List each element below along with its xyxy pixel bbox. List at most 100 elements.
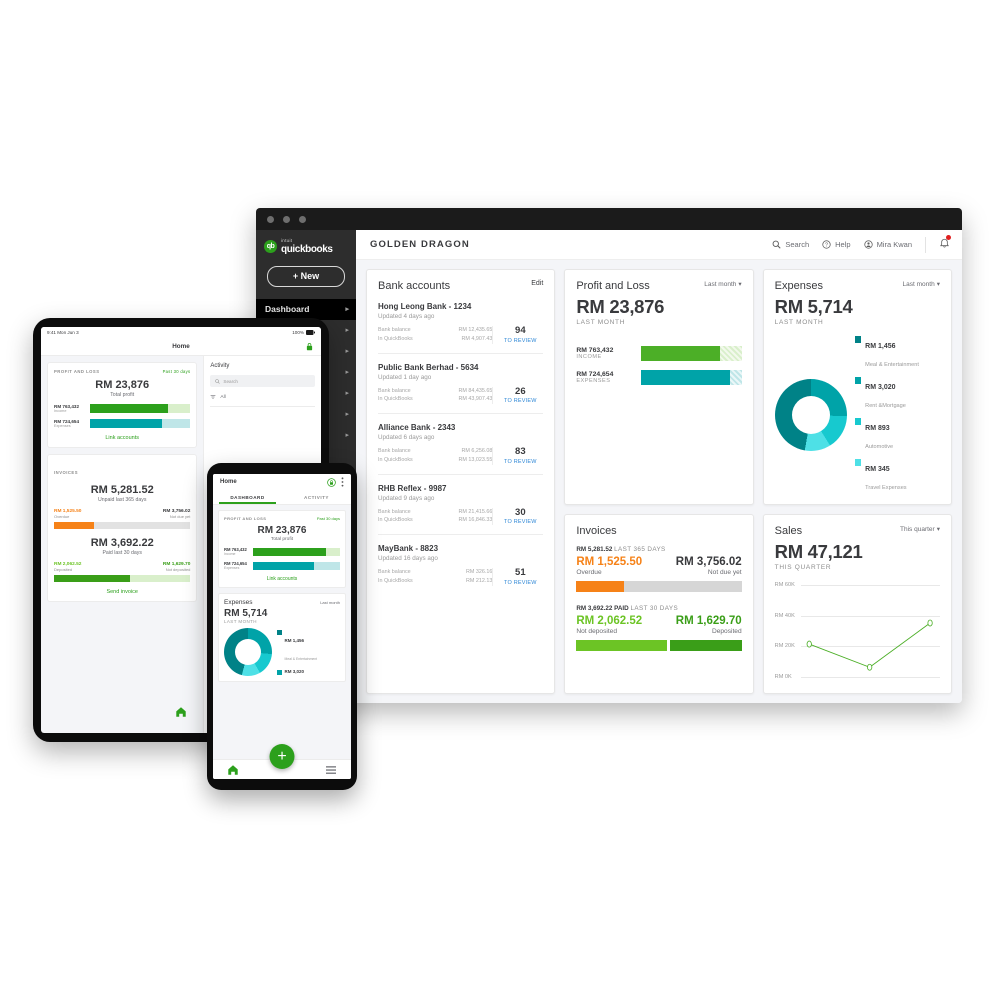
tab-activity[interactable]: ACTIVITY (282, 490, 351, 504)
bank-account-row[interactable]: Alliance Bank - 2343 Updated 6 days ago Ba… (378, 413, 544, 465)
y-axis-tick-label: RM 20K (774, 643, 795, 650)
bank-balance-value: RM 6,256.08 (461, 448, 493, 455)
legend-amount: RM 3,020 (865, 384, 896, 391)
chevron-down-icon: ▾ (936, 526, 940, 533)
to-review-block[interactable]: 51 TO REVIEW (492, 568, 543, 586)
bank-balance-label: Bank balance (378, 327, 411, 334)
expense-amount: RM 724,654 (576, 371, 614, 378)
tablet-pl-expense-bar (90, 419, 191, 428)
bank-updated: Updated 4 days ago (378, 313, 435, 320)
profit-loss-amount: RM 23,876 (576, 296, 665, 317)
bank-account-row[interactable]: RHB Reflex - 9987 Updated 9 days ago Bank … (378, 473, 544, 525)
lock-icon[interactable] (327, 477, 336, 487)
legend-category: Automotive (865, 444, 894, 450)
bank-accounts-card[interactable]: Bank accounts Edit Hong Leong Bank - 123… (366, 269, 556, 694)
chevron-right-icon: ▸ (345, 327, 349, 334)
tablet-battery-pct: 100% (292, 330, 304, 335)
income-amount: RM 763,432 (576, 347, 614, 354)
legend-swatch (277, 630, 282, 635)
phone-expenses-card[interactable]: Expenses Last month RM 5,714 LAST MONTH … (218, 593, 346, 682)
home-icon[interactable] (227, 764, 239, 776)
user-avatar-icon (863, 240, 873, 249)
notifications-button[interactable] (939, 234, 951, 254)
phone-pl-income-bar (253, 547, 340, 556)
tablet-search-input[interactable]: Search (210, 375, 315, 387)
invoices-card[interactable]: Invoices RM 5,281.52 LAST 365 DAYS RM 1,… (564, 514, 754, 694)
tablet-pl-amount: RM 23,876 (95, 379, 150, 391)
overdue-amount: RM 1,525.50 (576, 556, 643, 568)
tablet-cards-column: PROFIT AND LOSS Past 30 days RM 23,876 T… (41, 356, 203, 733)
phone-legend-item: RM 1,456 Meal & Entertainment (277, 629, 340, 665)
expenses-period-select[interactable]: Last month ▾ (903, 280, 940, 289)
window-close-dot[interactable] (267, 215, 274, 223)
notdue-label: Not due yet (707, 569, 742, 576)
user-menu[interactable]: Mira Kwan (863, 240, 912, 249)
tab-dashboard[interactable]: DASHBOARD (213, 490, 282, 504)
bank-name: Public Bank Berhad - 5634 (378, 362, 479, 372)
dashboard-grid: Profit and Loss Last month ▾ RM 23,876 L… (356, 260, 962, 703)
tablet-link-accounts-button[interactable]: Link accounts (54, 435, 190, 441)
profit-loss-period-select[interactable]: Last month ▾ (704, 280, 741, 289)
bank-account-row[interactable]: Hong Leong Bank - 1234 Updated 4 days ago… (378, 302, 543, 344)
phone-expenses-period[interactable]: Last month (320, 600, 340, 605)
window-minimize-dot[interactable] (283, 215, 290, 223)
phone-pl-subtitle: Total profit (270, 537, 294, 542)
expense-bar (641, 370, 742, 385)
to-review-block[interactable]: 83 TO REVIEW (492, 447, 543, 465)
in-quickbooks-label: In QuickBooks (378, 577, 413, 584)
sales-period-select[interactable]: This quarter ▾ (900, 525, 940, 534)
tablet-pl-expense-label: Expenses (54, 424, 71, 428)
to-review-label: TO REVIEW (504, 337, 537, 344)
in-quickbooks-label: In QuickBooks (378, 456, 413, 463)
tablet-pl-period[interactable]: Past 30 days (163, 369, 191, 374)
bank-name: MayBank - 8823 (378, 544, 439, 553)
tablet-pl-caption: PROFIT AND LOSS (54, 369, 100, 374)
to-review-block[interactable]: 30 TO REVIEW (492, 507, 543, 525)
phone-pl-income-label: Income (224, 552, 236, 556)
tablet-send-invoice-button[interactable]: Send invoice (54, 589, 190, 595)
overflow-menu-icon[interactable] (341, 477, 344, 487)
sales-data-point[interactable] (807, 641, 811, 647)
phone-link-accounts-button[interactable]: Link accounts (224, 576, 340, 582)
sales-data-point[interactable] (928, 620, 932, 626)
tablet-invoices-card[interactable]: INVOICES RM 5,281.52 Unpaid last 365 day… (47, 454, 198, 602)
legend-item: RM 893 Automotive (854, 417, 940, 453)
sales-data-point[interactable] (867, 664, 871, 670)
new-button[interactable]: + New (267, 265, 345, 287)
filter-icon (210, 395, 216, 399)
legend-item: RM 1,456 Meal & Entertainment (854, 335, 940, 371)
phone-pl-caption: PROFIT AND LOSS (224, 516, 267, 521)
hamburger-menu-icon[interactable] (325, 765, 337, 775)
sales-card[interactable]: Sales This quarter ▾ RM 47,121 THIS QUAR… (762, 514, 952, 694)
phone-add-button[interactable]: + (269, 744, 295, 769)
phone-profit-loss-card[interactable]: PROFIT AND LOSS Past 30 days RM 23,876 T… (218, 510, 346, 588)
legend-amount: RM 1,456 (284, 638, 305, 644)
profit-loss-card[interactable]: Profit and Loss Last month ▾ RM 23,876 L… (564, 269, 754, 505)
lock-icon[interactable] (305, 342, 314, 351)
legend-category: Travel Expenses (865, 485, 907, 491)
help-button[interactable]: ? Help (822, 240, 851, 249)
deposited-label: Deposited (711, 628, 742, 635)
sidebar-item-dashboard[interactable]: Dashboard ▸ (256, 298, 356, 320)
home-icon[interactable] (175, 706, 187, 718)
to-review-block[interactable]: 94 TO REVIEW (492, 326, 543, 344)
edit-bank-accounts-link[interactable]: Edit (531, 280, 543, 287)
search-button[interactable]: Search (772, 240, 809, 249)
chevron-right-icon: ▸ (345, 306, 349, 313)
expense-label: EXPENSES (576, 378, 611, 384)
y-axis-tick-label: RM 0K (774, 674, 792, 680)
main-area: GOLDEN DRAGON Search ? Help Mira Kwan Pr… (356, 230, 962, 703)
legend-swatch (854, 377, 862, 384)
to-review-block[interactable]: 26 TO REVIEW (492, 386, 543, 404)
tablet-filter-all[interactable]: All (210, 394, 315, 407)
bank-balance-value: RM 326.16 (465, 569, 493, 576)
expenses-card[interactable]: Expenses Last month ▾ RM 5,714 LAST MONT… (762, 269, 952, 505)
y-axis-tick-label: RM 60K (774, 582, 795, 588)
tablet-profit-loss-card[interactable]: PROFIT AND LOSS Past 30 days RM 23,876 T… (47, 362, 198, 448)
window-maximize-dot[interactable] (299, 215, 306, 223)
window-titlebar (256, 208, 962, 230)
invoices-unpaid-line: RM 5,281.52 LAST 365 DAYS (576, 546, 741, 553)
phone-pl-period[interactable]: Past 30 days (317, 516, 340, 521)
bank-account-row[interactable]: MayBank - 8823 Updated 16 days ago Bank ba… (378, 534, 544, 586)
bank-account-row[interactable]: Public Bank Berhad - 5634 Updated 1 day a… (378, 352, 544, 404)
